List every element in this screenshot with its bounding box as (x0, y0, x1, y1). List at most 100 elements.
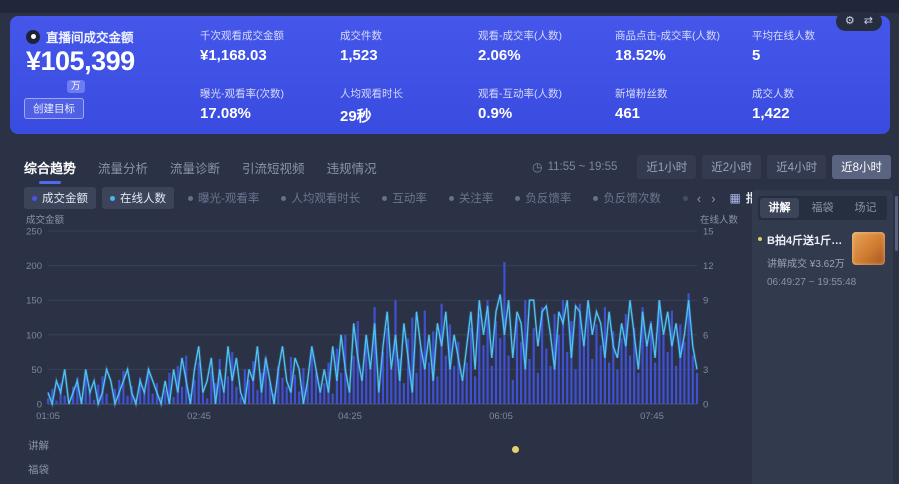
grid-icon: ▦ (730, 191, 741, 205)
series-dot (449, 196, 454, 201)
create-goal-button[interactable]: 创建目标 (24, 98, 84, 119)
svg-text:100: 100 (26, 330, 42, 341)
svg-text:04:25: 04:25 (338, 411, 362, 422)
metric-value: 461 (615, 105, 765, 122)
chip-label: 人均观看时长 (291, 190, 360, 206)
rp-tab-lucky-bag[interactable]: 福袋 (803, 198, 842, 218)
main-metric-header: 直播间成交金额 (26, 27, 134, 46)
chip-avg-watch-time[interactable]: 人均观看时长 (273, 187, 368, 209)
metric-label: 新增粉丝数 (615, 86, 765, 101)
rp-tab-explain[interactable]: 讲解 (760, 198, 799, 218)
chip-label: 在线人数 (120, 190, 166, 206)
timeline-row-explain: 讲解 (28, 438, 49, 453)
metric-cell: 观看-成交率(人数) 2.06% (478, 28, 628, 64)
target-icon (26, 30, 40, 44)
svg-text:02:45: 02:45 (187, 411, 211, 422)
series-dot-gmv (32, 196, 37, 201)
main-metric-label: 直播间成交金额 (46, 27, 134, 46)
metric-cell: 观看-互动率(人数) 0.9% (478, 86, 628, 122)
metric-label: 曝光-观看率(次数) (200, 86, 350, 101)
series-dot (382, 196, 387, 201)
metric-value: 17.08% (200, 105, 350, 122)
metric-cell: 千次观看成交金额 ¥1,168.03 (200, 28, 350, 64)
metric-label: 平均在线人数 (752, 28, 899, 43)
metric-cell: 平均在线人数 5 (752, 28, 899, 64)
svg-text:12: 12 (703, 261, 714, 272)
chip-label: 成交金额 (42, 190, 88, 206)
chip-label: 负反馈次数 (603, 190, 661, 206)
time-filter-1h[interactable]: 近1小时 (637, 155, 696, 179)
rp-tab-log[interactable]: 场记 (846, 198, 885, 218)
gear-icon[interactable]: ⚙ (845, 15, 855, 28)
bullet-dot (758, 237, 762, 241)
chip-gmv[interactable]: 成交金额 (24, 187, 96, 209)
metric-label: 观看-成交率(人数) (478, 28, 628, 43)
time-filter-8h[interactable]: 近8小时 (832, 155, 891, 179)
series-dot (188, 196, 193, 201)
metric-label: 千次观看成交金额 (200, 28, 350, 43)
trend-chart[interactable]: 成交金额在线人数0501001502002500369121501:0502:4… (0, 212, 748, 427)
events-panel: 讲解 福袋 场记 B拍4斤送1斤共35-4... 讲解成交 ¥3.62万 06:… (752, 190, 893, 484)
tab-traffic-analysis[interactable]: 流量分析 (98, 158, 148, 177)
chip-exposure-view-rate[interactable]: 曝光-观看率 (180, 187, 267, 209)
svg-text:06:05: 06:05 (489, 411, 513, 422)
chip-follow-rate[interactable]: 关注率 (441, 187, 502, 209)
metric-value: 18.52% (615, 47, 765, 64)
svg-text:07:45: 07:45 (640, 411, 664, 422)
metric-cell: 曝光-观看率(次数) 17.08% (200, 86, 350, 122)
svg-text:3: 3 (703, 365, 708, 376)
chip-label: 关注率 (459, 190, 494, 206)
metric-chips-row: 成交金额 在线人数 曝光-观看率 人均观看时长 互动率 关注率 负反馈率 负反馈… (24, 186, 746, 210)
chevron-left-icon[interactable]: ‹ (697, 191, 701, 206)
metric-label: 观看-互动率(人数) (478, 86, 628, 101)
series-dot (281, 196, 286, 201)
chip-interaction-rate[interactable]: 互动率 (374, 187, 435, 209)
svg-text:01:05: 01:05 (36, 411, 60, 422)
chip-negative-feedback-count[interactable]: 负反馈次数 (585, 187, 669, 209)
unit-badge: 万 (67, 80, 85, 93)
svg-text:150: 150 (26, 296, 42, 307)
clock-icon: ◷ (532, 160, 542, 174)
events-panel-tabs: 讲解 福袋 场记 (758, 196, 887, 220)
swap-icon[interactable]: ⇄ (864, 15, 873, 28)
header-tools: ⚙ ⇄ (836, 12, 882, 31)
svg-text:50: 50 (31, 365, 42, 376)
series-dot-online (110, 196, 115, 201)
metric-cell: 成交件数 1,523 (340, 28, 490, 64)
svg-text:6: 6 (703, 330, 708, 341)
metric-value: 1,523 (340, 47, 490, 64)
chip-negative-feedback-rate[interactable]: 负反馈率 (507, 187, 579, 209)
time-filter-2h[interactable]: 近2小时 (702, 155, 761, 179)
metric-cell: 成交人数 1,422 (752, 86, 899, 122)
metric-value: ¥1,168.03 (200, 47, 350, 64)
chevron-right-icon[interactable]: › (711, 191, 715, 206)
main-metric-value: ¥105,399 (26, 46, 135, 77)
svg-text:9: 9 (703, 296, 708, 307)
explain-event-marker[interactable] (512, 446, 519, 453)
series-dot (593, 196, 598, 201)
series-dot (683, 196, 688, 201)
metric-label: 成交件数 (340, 28, 490, 43)
tab-overview[interactable]: 综合趋势 (24, 158, 76, 177)
time-filter-4h[interactable]: 近4小时 (767, 155, 826, 179)
tab-violations[interactable]: 违规情况 (327, 158, 377, 177)
svg-text:250: 250 (26, 227, 42, 238)
scrollbar-thumb[interactable] (895, 196, 898, 251)
svg-text:200: 200 (26, 261, 42, 272)
tab-traffic-diagnosis[interactable]: 流量诊断 (170, 158, 220, 177)
tab-short-video[interactable]: 引流短视频 (242, 158, 305, 177)
trend-chart-canvas[interactable]: 成交金额在线人数0501001502002500369121501:0502:4… (0, 212, 748, 427)
chip-per-thousand-views[interactable]: 千次观... (675, 187, 691, 209)
metric-value: 29秒 (340, 105, 490, 126)
svg-text:在线人数: 在线人数 (700, 214, 739, 226)
time-range-text: 11:55 ~ 19:55 (548, 161, 618, 173)
explain-list-item[interactable]: B拍4斤送1斤共35-4... 讲解成交 ¥3.62万 06:49:27 ~ 1… (760, 232, 887, 288)
chip-online-users[interactable]: 在线人数 (102, 187, 174, 209)
chip-label: 互动率 (392, 190, 427, 206)
time-range-display: ◷ 11:55 ~ 19:55 (532, 160, 617, 174)
svg-text:0: 0 (37, 400, 42, 411)
svg-text:15: 15 (703, 227, 714, 238)
section-tabs-row: 综合趋势 流量分析 流量诊断 引流短视频 违规情况 ◷ 11:55 ~ 19:5… (24, 152, 891, 182)
chip-label: 负反馈率 (525, 190, 571, 206)
svg-text:0: 0 (703, 400, 708, 411)
